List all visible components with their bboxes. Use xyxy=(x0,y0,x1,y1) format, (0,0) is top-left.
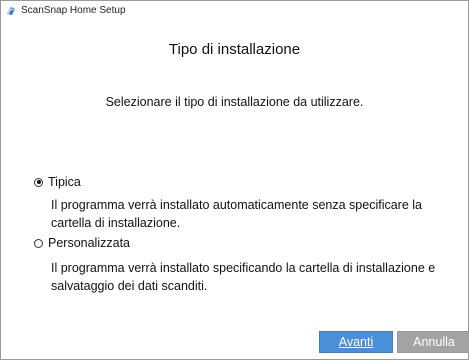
option-label: Tipica xyxy=(48,175,81,189)
window-title: ScanSnap Home Setup xyxy=(21,5,126,16)
option-label: Personalizzata xyxy=(48,236,130,250)
cancel-button-label: Annulla xyxy=(413,335,455,349)
cancel-button[interactable]: Annulla xyxy=(397,331,469,353)
radio-option-tipica[interactable]: Tipica xyxy=(34,175,81,189)
option-description-tipica: Il programma verrà installato automatica… xyxy=(51,196,451,232)
description-line: Il programma verrà installato specifican… xyxy=(51,261,436,275)
scansnap-icon xyxy=(7,7,15,15)
option-description-personalizzata: Il programma verrà installato specifican… xyxy=(51,259,451,295)
radio-button-selected[interactable] xyxy=(34,177,43,187)
description-line: cartella di installazione. xyxy=(51,216,181,230)
instruction-text: Selezionare il tipo di installazione da … xyxy=(105,95,364,109)
setup-window: ScanSnap Home Setup Tipo di installazion… xyxy=(0,0,469,360)
next-button-label: Avanti xyxy=(338,335,374,349)
description-line: Il programma verrà installato automatica… xyxy=(51,198,423,212)
page-title: Tipo di installazione xyxy=(168,41,301,58)
radio-option-personalizzata[interactable]: Personalizzata xyxy=(34,236,130,250)
description-line: salvataggio dei dati scanditi. xyxy=(51,279,208,293)
title-bar: ScanSnap Home Setup xyxy=(1,1,468,23)
next-button[interactable]: Avanti xyxy=(319,331,393,353)
radio-button[interactable] xyxy=(34,238,43,248)
